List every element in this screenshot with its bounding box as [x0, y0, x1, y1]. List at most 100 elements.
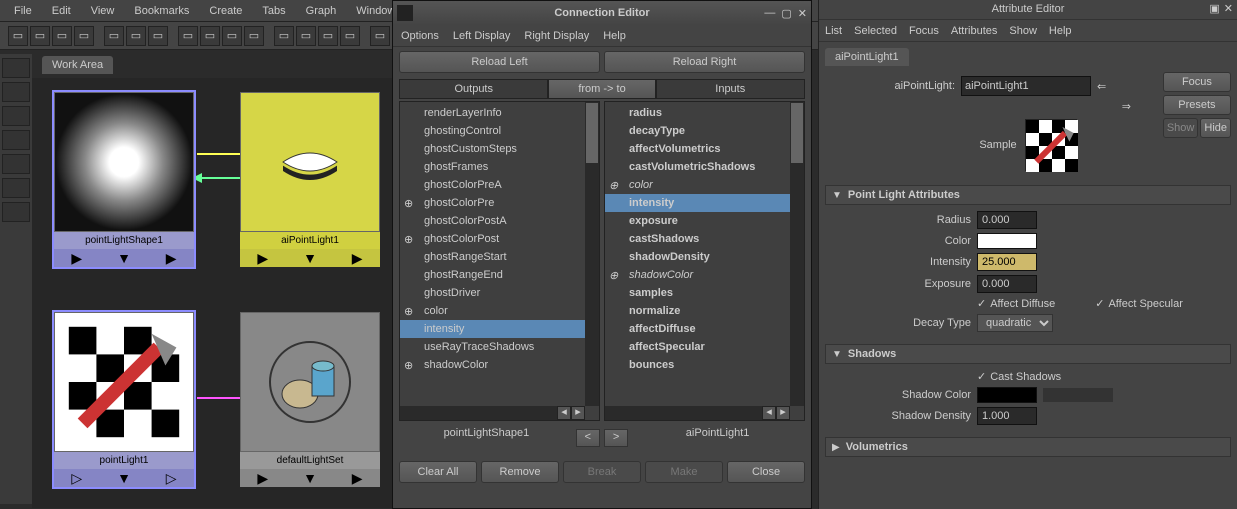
- decay-type-select[interactable]: quadratic: [977, 314, 1053, 332]
- rail-button[interactable]: [2, 82, 30, 102]
- reload-left-button[interactable]: Reload Left: [399, 51, 600, 73]
- scrollbar-vertical[interactable]: [585, 102, 599, 406]
- intensity-field[interactable]: [977, 253, 1037, 271]
- attribute-item[interactable]: radius: [605, 104, 804, 122]
- menu-selected[interactable]: Selected: [854, 25, 897, 37]
- toolbar-button[interactable]: ▭: [340, 26, 360, 46]
- expand-icon[interactable]: ⊕: [404, 197, 413, 210]
- attribute-item[interactable]: ⊕color: [605, 176, 804, 194]
- rail-button[interactable]: [2, 106, 30, 126]
- show-button[interactable]: Show: [1163, 118, 1199, 138]
- attribute-item[interactable]: ⊕ghostColorPost: [400, 230, 599, 248]
- tab-work-area[interactable]: Work Area: [42, 56, 113, 74]
- reload-right-button[interactable]: Reload Right: [604, 51, 805, 73]
- node-graph[interactable]: pointLightShape1 ▶▼▶ aiPointLight1 ▶▼▶ p…: [32, 78, 392, 508]
- attribute-item[interactable]: ghostDriver: [400, 284, 599, 302]
- clear-all-button[interactable]: Clear All: [399, 461, 477, 483]
- attribute-item[interactable]: exposure: [605, 212, 804, 230]
- menu-graph[interactable]: Graph: [296, 2, 347, 20]
- shadow-density-field[interactable]: [977, 407, 1037, 425]
- rail-button[interactable]: [2, 202, 30, 222]
- attribute-item[interactable]: normalize: [605, 302, 804, 320]
- node-controls[interactable]: ▶▼▶: [54, 249, 194, 267]
- attribute-item[interactable]: castShadows: [605, 230, 804, 248]
- node-pointlight1[interactable]: pointLight1 ▷▼▷: [54, 312, 194, 487]
- menu-edit[interactable]: Edit: [42, 2, 81, 20]
- menu-help[interactable]: Help: [1049, 25, 1072, 37]
- expand-icon[interactable]: ⊕: [404, 233, 413, 246]
- radius-field[interactable]: [977, 211, 1037, 229]
- expand-icon[interactable]: ⊕: [404, 359, 413, 372]
- scrollbar-horizontal[interactable]: ◂▸: [400, 406, 585, 420]
- nav-right-button[interactable]: >: [604, 429, 628, 447]
- toolbar-button[interactable]: ▭: [30, 26, 50, 46]
- close-button[interactable]: Close: [727, 461, 805, 483]
- attribute-item[interactable]: intensity: [605, 194, 804, 212]
- attribute-item[interactable]: ghostRangeStart: [400, 248, 599, 266]
- toolbar-button[interactable]: ▭: [370, 26, 390, 46]
- rail-button[interactable]: [2, 154, 30, 174]
- section-point-light-attributes[interactable]: ▼ Point Light Attributes: [825, 185, 1231, 205]
- affect-diffuse-checkbox[interactable]: ✓Affect Diffuse: [977, 297, 1055, 310]
- presets-button[interactable]: Presets: [1163, 95, 1231, 115]
- node-controls[interactable]: ▷▼▷: [54, 469, 194, 487]
- tab-aipointlight1[interactable]: aiPointLight1: [825, 48, 909, 66]
- exposure-field[interactable]: [977, 275, 1037, 293]
- attribute-item[interactable]: decayType: [605, 122, 804, 140]
- attribute-item[interactable]: renderLayerInfo: [400, 104, 599, 122]
- node-aipointlight1[interactable]: aiPointLight1 ▶▼▶: [240, 92, 380, 267]
- attribute-item[interactable]: affectDiffuse: [605, 320, 804, 338]
- menu-create[interactable]: Create: [199, 2, 252, 20]
- toolbar-button[interactable]: ▭: [178, 26, 198, 46]
- attribute-item[interactable]: ⊕shadowColor: [400, 356, 599, 374]
- rail-button[interactable]: [2, 58, 30, 78]
- affect-specular-checkbox[interactable]: ✓Affect Specular: [1095, 297, 1183, 310]
- inputs-list[interactable]: radiusdecayTypeaffectVolumetricscastVolu…: [604, 101, 805, 421]
- attribute-item[interactable]: ⊕ghostColorPre: [400, 194, 599, 212]
- attribute-item[interactable]: ghostColorPostA: [400, 212, 599, 230]
- toolbar-button[interactable]: ▭: [126, 26, 146, 46]
- attribute-item[interactable]: bounces: [605, 356, 804, 374]
- toolbar-button[interactable]: ▭: [222, 26, 242, 46]
- expand-icon[interactable]: ⊕: [404, 305, 413, 318]
- rail-button[interactable]: [2, 178, 30, 198]
- attribute-item[interactable]: affectVolumetrics: [605, 140, 804, 158]
- section-shadows[interactable]: ▼ Shadows: [825, 344, 1231, 364]
- attribute-item[interactable]: ⊕shadowColor: [605, 266, 804, 284]
- menu-attributes[interactable]: Attributes: [951, 25, 997, 37]
- downstream-icon[interactable]: ⇒: [1122, 100, 1131, 113]
- maximize-icon[interactable]: ▢: [781, 7, 791, 20]
- toolbar-button[interactable]: ▭: [244, 26, 264, 46]
- expand-icon[interactable]: ⊕: [609, 179, 618, 192]
- menu-help[interactable]: Help: [603, 30, 626, 42]
- attribute-item[interactable]: ghostRangeEnd: [400, 266, 599, 284]
- section-volumetrics[interactable]: ▶ Volumetrics: [825, 437, 1231, 457]
- node-defaultlightset[interactable]: defaultLightSet ▶▼▶: [240, 312, 380, 487]
- undock-icon[interactable]: ▣: [1209, 2, 1219, 15]
- hide-button[interactable]: Hide: [1200, 118, 1231, 138]
- attribute-item[interactable]: samples: [605, 284, 804, 302]
- focus-button[interactable]: Focus: [1163, 72, 1231, 92]
- color-swatch[interactable]: [977, 233, 1037, 249]
- menu-view[interactable]: View: [81, 2, 125, 20]
- nav-left-button[interactable]: <: [576, 429, 600, 447]
- expand-icon[interactable]: ⊕: [609, 269, 618, 282]
- close-icon[interactable]: ✕: [1224, 2, 1233, 15]
- sample-swatch[interactable]: [1025, 119, 1077, 171]
- remove-button[interactable]: Remove: [481, 461, 559, 483]
- menu-tabs[interactable]: Tabs: [252, 2, 295, 20]
- shadow-color-swatch[interactable]: [977, 387, 1037, 403]
- attribute-item[interactable]: intensity: [400, 320, 599, 338]
- menu-right-display[interactable]: Right Display: [524, 30, 589, 42]
- minimize-icon[interactable]: —: [764, 7, 775, 20]
- window-titlebar[interactable]: Connection Editor — ▢ ✕: [393, 1, 811, 25]
- node-controls[interactable]: ▶▼▶: [240, 249, 380, 267]
- outputs-list[interactable]: renderLayerInfoghostingControlghostCusto…: [399, 101, 600, 421]
- toolbar-button[interactable]: ▭: [74, 26, 94, 46]
- direction-button[interactable]: from -> to: [548, 79, 655, 99]
- menu-left-display[interactable]: Left Display: [453, 30, 510, 42]
- attribute-item[interactable]: useRayTraceShadows: [400, 338, 599, 356]
- toolbar-button[interactable]: ▭: [104, 26, 124, 46]
- node-name-field[interactable]: [961, 76, 1091, 96]
- attribute-item[interactable]: affectSpecular: [605, 338, 804, 356]
